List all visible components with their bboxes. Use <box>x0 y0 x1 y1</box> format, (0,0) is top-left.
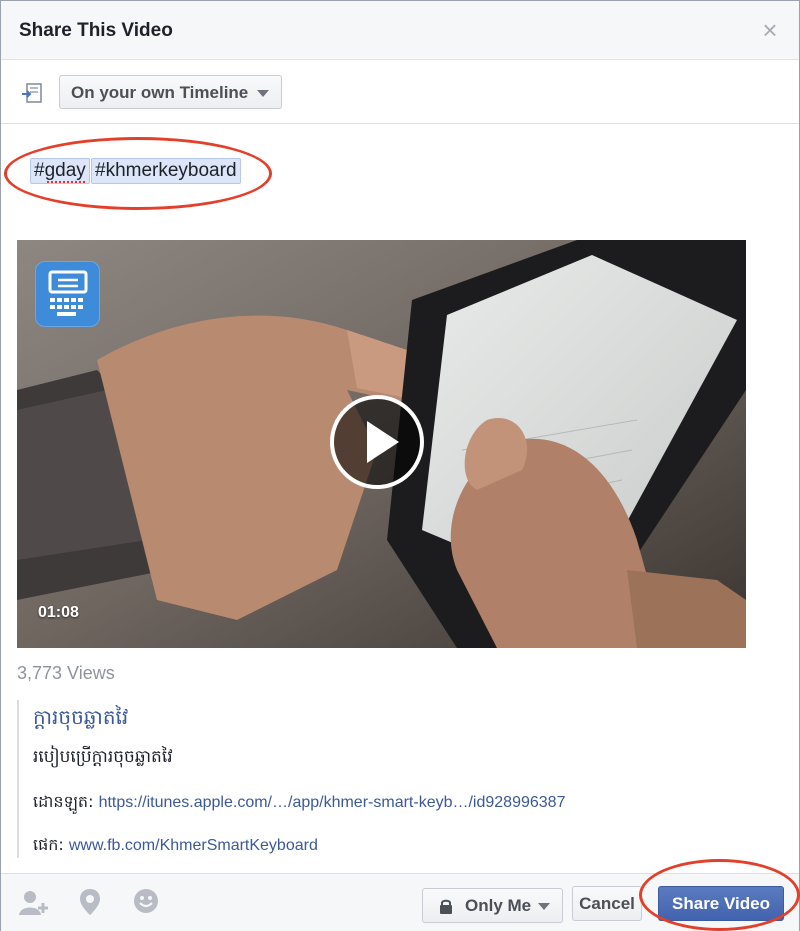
attachment-description: របៀបប្រើក្តារចុចឆ្លាតវៃ <box>33 747 173 767</box>
annotation-circle-hashtags <box>4 137 272 210</box>
attachment-title[interactable]: ក្តារចុចឆ្លាតវៃ <box>33 704 128 734</box>
cancel-button[interactable]: Cancel <box>572 886 642 921</box>
privacy-selector[interactable]: Only Me <box>422 888 563 923</box>
link-attachment: ក្តារចុចឆ្លាតវៃ របៀបប្រើក្តារចុចឆ្លាតវៃ … <box>17 700 757 858</box>
attachment-page-line: ផេក: www.fb.com/KhmerSmartKeyboard <box>33 834 318 858</box>
share-target-label: On your own Timeline <box>71 83 249 102</box>
download-label: ដោនឡូត: <box>33 792 99 811</box>
download-link[interactable]: https://itunes.apple.com/…/app/khmer-sma… <box>99 794 566 811</box>
tag-people-icon[interactable] <box>19 889 49 917</box>
dialog-header: Share This Video × <box>1 1 799 60</box>
share-dialog: Share This Video × On your own Timeline … <box>0 0 800 931</box>
share-destination-icon <box>22 83 42 103</box>
view-count: 3,773 Views <box>17 663 115 683</box>
privacy-label: Only Me <box>465 896 532 915</box>
smiley-face-icon[interactable] <box>133 888 159 914</box>
chevron-down-icon <box>257 90 269 97</box>
page-link[interactable]: www.fb.com/KhmerSmartKeyboard <box>69 837 318 854</box>
video-duration: 01:08 <box>38 604 79 621</box>
app-logo <box>35 261 100 327</box>
video-preview[interactable]: 01:08 <box>17 240 746 648</box>
page-label: ផេក: <box>33 835 69 854</box>
close-icon[interactable]: × <box>759 17 781 43</box>
annotation-circle-share <box>639 859 800 931</box>
lock-icon <box>440 899 452 914</box>
dialog-title: Share This Video <box>19 20 173 41</box>
play-button[interactable] <box>330 395 424 489</box>
share-target-dropdown[interactable]: On your own Timeline <box>59 75 282 109</box>
location-pin-icon[interactable] <box>79 888 101 916</box>
play-icon <box>367 421 399 463</box>
attachment-download-line: ដោនឡូត: https://itunes.apple.com/…/app/k… <box>33 791 565 815</box>
chevron-down-icon <box>538 903 550 910</box>
